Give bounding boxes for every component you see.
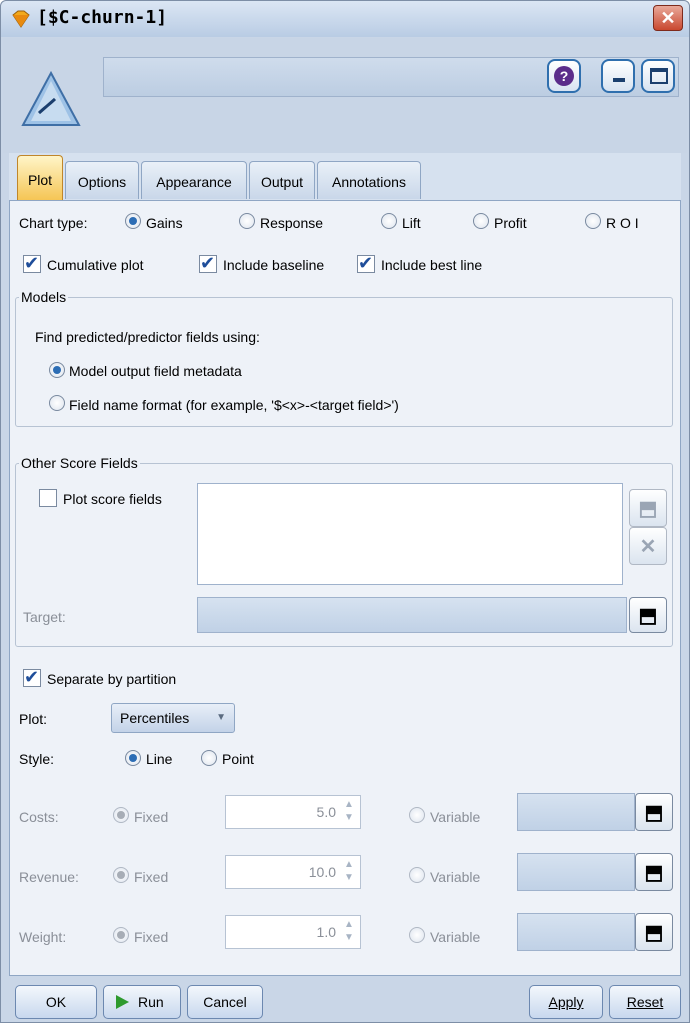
node-name-field[interactable] — [103, 57, 679, 97]
cancel-button[interactable]: Cancel — [187, 985, 263, 1019]
weight-field-picker-icon[interactable]: ⬒ — [635, 913, 673, 951]
help-icon: ? — [554, 66, 574, 86]
include-baseline-checkbox[interactable] — [199, 253, 217, 274]
weight-value-spinner[interactable]: 1.0 ▲ ▼ — [225, 915, 361, 949]
models-prompt: Find predicted/predictor fields using: — [35, 329, 260, 345]
weight-variable-label: Variable — [430, 929, 481, 945]
help-button[interactable]: ? — [547, 59, 581, 93]
point-radio[interactable] — [201, 750, 217, 766]
cumulative-plot-checkbox[interactable] — [23, 253, 41, 274]
chart-type-label: Chart type: — [19, 215, 88, 231]
weight-label: Weight: — [19, 929, 67, 945]
maximize-button[interactable] — [641, 59, 675, 93]
line-radio[interactable] — [125, 750, 141, 766]
tab-appearance[interactable]: Appearance — [141, 161, 247, 199]
response-label: Response — [260, 215, 324, 231]
other-score-fields-legend: Other Score Fields — [19, 455, 140, 471]
ok-button[interactable]: OK — [15, 985, 97, 1019]
revenue-value: 10.0 — [308, 864, 336, 880]
target-picker-icon[interactable]: ⬒ — [629, 597, 667, 633]
field-name-format-label: Field name format (for example, '$<x>-<t… — [69, 397, 399, 413]
costs-variable-radio[interactable] — [409, 807, 425, 823]
point-label: Point — [222, 751, 254, 767]
profit-label: Profit — [494, 215, 527, 231]
score-fields-list[interactable] — [197, 483, 623, 585]
chevron-down-icon: ▼ — [216, 712, 226, 723]
field-picker-icon[interactable]: ⬒ — [629, 489, 667, 527]
spinner-arrows-icon[interactable]: ▲ ▼ — [340, 858, 358, 886]
model-output-metadata-radio[interactable] — [49, 362, 65, 378]
lift-label: Lift — [402, 215, 421, 231]
weight-value: 1.0 — [316, 924, 336, 940]
cumulative-plot-label: Cumulative plot — [47, 257, 144, 273]
minimize-icon — [613, 78, 625, 82]
weight-fixed-label: Fixed — [134, 929, 169, 945]
run-button-label: Run — [138, 994, 164, 1010]
plot-dropdown-value: Percentiles — [120, 710, 190, 726]
field-name-format-radio[interactable] — [49, 395, 65, 411]
line-label: Line — [146, 751, 173, 767]
include-best-line-checkbox[interactable] — [357, 253, 375, 274]
include-best-line-label: Include best line — [381, 257, 483, 273]
tab-annotations[interactable]: Annotations — [317, 161, 421, 199]
revenue-variable-field[interactable] — [517, 853, 635, 891]
weight-variable-field[interactable] — [517, 913, 635, 951]
reset-button[interactable]: Reset — [609, 985, 681, 1019]
plot-score-fields-checkbox[interactable] — [39, 489, 57, 507]
profit-radio[interactable] — [473, 213, 489, 229]
tab-output[interactable]: Output — [249, 161, 315, 199]
costs-variable-label: Variable — [430, 809, 481, 825]
delete-icon[interactable]: ✕ — [629, 527, 667, 565]
target-field[interactable] — [197, 597, 627, 633]
plot-dropdown[interactable]: Percentiles ▼ — [111, 703, 235, 733]
revenue-label: Revenue: — [19, 869, 79, 885]
costs-fixed-radio[interactable] — [113, 807, 129, 823]
revenue-fixed-radio[interactable] — [113, 867, 129, 883]
spinner-arrows-icon[interactable]: ▲ ▼ — [340, 798, 358, 826]
style-label: Style: — [19, 751, 55, 767]
gains-label: Gains — [146, 215, 183, 231]
response-radio[interactable] — [239, 213, 255, 229]
costs-fixed-label: Fixed — [134, 809, 169, 825]
roi-radio[interactable] — [585, 213, 601, 229]
apply-button[interactable]: Apply — [529, 985, 603, 1019]
play-icon — [116, 995, 129, 1009]
costs-variable-field[interactable] — [517, 793, 635, 831]
plot-label: Plot: — [19, 711, 48, 727]
models-legend: Models — [19, 289, 69, 305]
close-button[interactable]: ✕ — [653, 5, 683, 31]
run-button[interactable]: Run — [103, 985, 181, 1019]
plot-score-fields-label: Plot score fields — [63, 491, 162, 507]
costs-value: 5.0 — [316, 804, 336, 820]
title-bar: [$C-churn-1] ✕ — [1, 1, 689, 37]
include-baseline-label: Include baseline — [223, 257, 325, 273]
roi-label: R O I — [606, 215, 639, 231]
revenue-variable-label: Variable — [430, 869, 481, 885]
minimize-button[interactable] — [601, 59, 635, 93]
window-title: [$C-churn-1] — [37, 7, 168, 28]
target-label: Target: — [23, 609, 66, 625]
weight-fixed-radio[interactable] — [113, 927, 129, 943]
lift-radio[interactable] — [381, 213, 397, 229]
tab-options[interactable]: Options — [65, 161, 139, 199]
tab-plot[interactable]: Plot — [17, 155, 63, 201]
separate-by-partition-label: Separate by partition — [47, 671, 177, 687]
gains-radio[interactable] — [125, 213, 141, 229]
evaluation-node-icon — [21, 70, 81, 126]
costs-label: Costs: — [19, 809, 59, 825]
separate-by-partition-checkbox[interactable] — [23, 667, 41, 688]
maximize-icon — [650, 68, 668, 84]
model-output-metadata-label: Model output field metadata — [69, 363, 242, 379]
dialog-window: [$C-churn-1] ✕ ? Plot Options Appearance… — [0, 0, 690, 1023]
revenue-variable-radio[interactable] — [409, 867, 425, 883]
costs-value-spinner[interactable]: 5.0 ▲ ▼ — [225, 795, 361, 829]
spinner-arrows-icon[interactable]: ▲ ▼ — [340, 918, 358, 946]
revenue-field-picker-icon[interactable]: ⬒ — [635, 853, 673, 891]
revenue-fixed-label: Fixed — [134, 869, 169, 885]
weight-variable-radio[interactable] — [409, 927, 425, 943]
costs-field-picker-icon[interactable]: ⬒ — [635, 793, 673, 831]
revenue-value-spinner[interactable]: 10.0 ▲ ▼ — [225, 855, 361, 889]
diamond-node-icon — [12, 10, 30, 28]
